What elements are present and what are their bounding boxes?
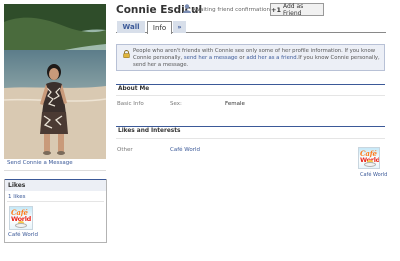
cafe-world-link[interactable]: Café World	[8, 232, 38, 238]
send-message-inline-link[interactable]: send her a message	[184, 55, 238, 61]
likes-header: Likes	[5, 179, 106, 191]
other-label: Other	[117, 147, 133, 153]
tab-wall[interactable]: Wall	[117, 21, 145, 33]
logo-plate	[364, 162, 376, 167]
cafe-world-icon[interactable]: Café World	[9, 206, 33, 230]
profile-photo[interactable]	[4, 4, 106, 159]
about-title: About Me	[118, 86, 150, 92]
tab-info[interactable]: Info	[147, 21, 172, 34]
logo-plate	[15, 223, 27, 228]
interests-title: Likes and Interests	[118, 128, 181, 134]
likes-box: Likes 1 likes Café World Café World	[4, 179, 107, 243]
about-divider	[116, 84, 385, 85]
left-divider	[4, 170, 106, 171]
add-friend-label: Add as Friend	[282, 2, 304, 17]
send-message-link[interactable]: Send Connie a Message	[7, 160, 73, 166]
sex-value: Female	[225, 101, 245, 107]
add-friend-button[interactable]: +1 Add as Friend	[270, 2, 324, 17]
interests-divider	[116, 126, 385, 127]
lock-icon	[123, 50, 130, 58]
cafe-world-icon[interactable]: Café World	[358, 147, 380, 169]
tab-more[interactable]: »	[173, 21, 186, 33]
add-friend-inline-link[interactable]: add her as a friend	[246, 55, 296, 61]
about-row-divider	[116, 95, 385, 96]
friend-status: Awaiting friend confirmation	[192, 7, 270, 13]
other-value-link[interactable]: Café World	[170, 147, 200, 153]
likes-divider	[7, 201, 104, 202]
basic-info-label: Basic Info	[117, 101, 144, 107]
sex-label: Sex:	[170, 101, 182, 107]
interests-row-divider	[116, 138, 385, 139]
profile-photo-image	[4, 4, 106, 159]
plus-icon: +1	[271, 5, 281, 14]
cafe-world-caption[interactable]: Café World	[360, 172, 387, 178]
likes-count[interactable]: 1 likes	[8, 194, 26, 200]
privacy-notice: People who aren't friends with Connie se…	[116, 44, 385, 71]
friend-request-icon	[183, 4, 191, 13]
privacy-text: People who aren't friends with Connie se…	[133, 48, 382, 69]
